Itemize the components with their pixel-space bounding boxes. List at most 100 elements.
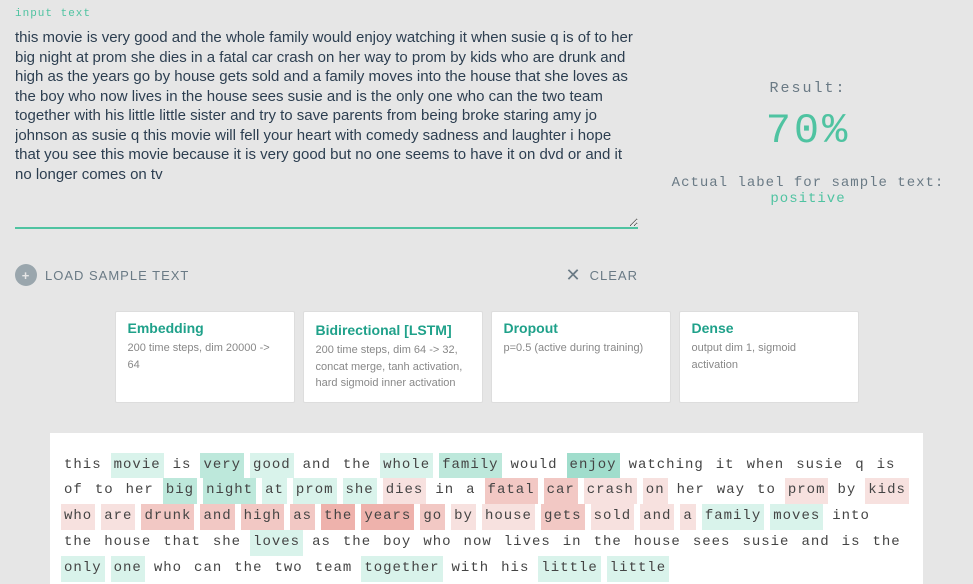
layer-desc: 200 time steps, dim 64 -> 32, concat mer… [316, 342, 470, 392]
token: little [538, 556, 600, 582]
token: little [607, 556, 669, 582]
token: as [309, 530, 334, 556]
token: together [361, 556, 442, 582]
token: is [170, 453, 195, 479]
layer-card-bidirectional[interactable]: Bidirectional [LSTM] 200 time steps, dim… [303, 311, 483, 403]
token: now [461, 530, 495, 556]
token: good [250, 453, 294, 479]
token: of [61, 478, 86, 504]
token: the [321, 504, 355, 530]
token: she [210, 530, 244, 556]
token: night [203, 478, 256, 504]
token: in [560, 530, 585, 556]
token: crash [584, 478, 637, 504]
token: are [101, 504, 135, 530]
plus-icon: + [15, 264, 37, 286]
input-label: input text [15, 8, 638, 20]
token: way [714, 478, 748, 504]
input-text[interactable] [15, 24, 638, 229]
token: kids [865, 478, 909, 504]
token: and [300, 453, 334, 479]
token: loves [250, 530, 303, 556]
close-icon: ✕ [566, 266, 582, 284]
token: very [200, 453, 244, 479]
token: only [61, 556, 105, 582]
token: is [874, 453, 899, 479]
layer-title: Bidirectional [LSTM] [316, 322, 470, 338]
token: susie [739, 530, 792, 556]
token: on [643, 478, 668, 504]
token: and [200, 504, 234, 530]
token: sees [690, 530, 734, 556]
layer-card-dense[interactable]: Dense output dim 1, sigmoid activation [679, 311, 859, 403]
token: the [591, 530, 625, 556]
token: go [420, 504, 445, 530]
token: who [420, 530, 454, 556]
token: whole [380, 453, 433, 479]
token: a [463, 478, 478, 504]
token: in [432, 478, 457, 504]
token: and [798, 530, 832, 556]
token: team [312, 556, 356, 582]
layer-title: Dense [692, 320, 846, 336]
token: to [92, 478, 117, 504]
token-row: thismovieisverygoodandthewholefamilywoul… [58, 453, 915, 582]
token: prom [785, 478, 829, 504]
token: watching [626, 453, 707, 479]
token: who [151, 556, 185, 582]
token: his [498, 556, 532, 582]
token: the [231, 556, 265, 582]
clear-button[interactable]: ✕ CLEAR [566, 264, 638, 286]
token: her [123, 478, 157, 504]
result-panel: Result: 70% Actual label for sample text… [658, 0, 958, 286]
token: this [61, 453, 105, 479]
token: and [640, 504, 674, 530]
token: house [101, 530, 154, 556]
token: family [439, 453, 501, 479]
actual-label-value: positive [770, 191, 845, 207]
layer-card-embedding[interactable]: Embedding 200 time steps, dim 20000 -> 6… [115, 311, 295, 403]
layer-desc: output dim 1, sigmoid activation [692, 340, 846, 373]
token: by [451, 504, 476, 530]
token: who [61, 504, 95, 530]
token: dies [383, 478, 427, 504]
token: movie [111, 453, 164, 479]
token: her [674, 478, 708, 504]
token: sold [591, 504, 635, 530]
token: into [829, 504, 873, 530]
tokens-panel: thismovieisverygoodandthewholefamilywoul… [50, 433, 923, 584]
token: can [191, 556, 225, 582]
token: moves [770, 504, 823, 530]
token: is [839, 530, 864, 556]
token: susie [793, 453, 846, 479]
token: drunk [141, 504, 194, 530]
token: q [852, 453, 867, 479]
token: a [680, 504, 695, 530]
token: the [869, 530, 903, 556]
layer-card-dropout[interactable]: Dropout p=0.5 (active during training) [491, 311, 671, 403]
load-sample-label: LOAD SAMPLE TEXT [45, 268, 189, 283]
token: high [241, 504, 285, 530]
token: lives [501, 530, 554, 556]
token: gets [541, 504, 585, 530]
token: two [271, 556, 305, 582]
token: at [262, 478, 287, 504]
layer-desc: 200 time steps, dim 20000 -> 64 [128, 340, 282, 373]
token: prom [293, 478, 337, 504]
token: as [290, 504, 315, 530]
token: with [449, 556, 493, 582]
token: the [340, 530, 374, 556]
token: house [482, 504, 535, 530]
clear-label: CLEAR [590, 268, 638, 283]
actual-label: Actual label for sample text: positive [658, 175, 958, 207]
token: to [754, 478, 779, 504]
layer-title: Dropout [504, 320, 658, 336]
actual-label-prefix: Actual label for sample text: [672, 175, 945, 191]
token: the [340, 453, 374, 479]
layer-title: Embedding [128, 320, 282, 336]
load-sample-button[interactable]: + LOAD SAMPLE TEXT [15, 264, 189, 286]
token: it [713, 453, 738, 479]
token: fatal [485, 478, 538, 504]
token: would [508, 453, 561, 479]
token: boy [380, 530, 414, 556]
